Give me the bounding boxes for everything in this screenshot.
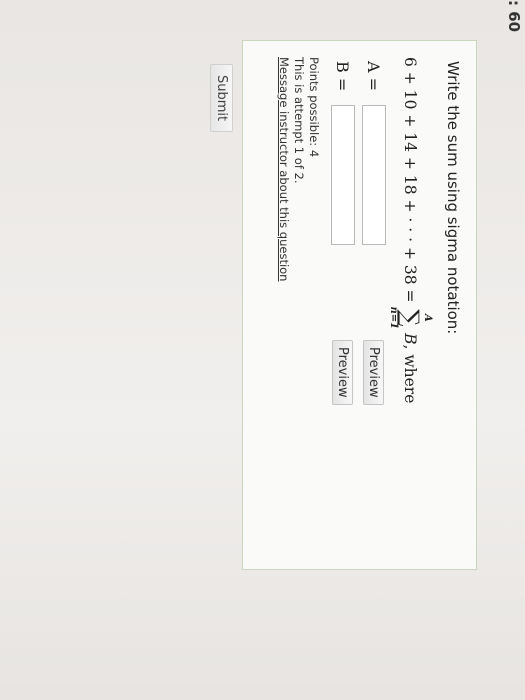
points-possible: Points possible: 4 bbox=[307, 57, 321, 158]
answer-row-a: A = Preview bbox=[362, 61, 386, 405]
answer-label-a: A = bbox=[364, 61, 384, 92]
screen-content: : 60 Write the sum using sigma notation:… bbox=[0, 0, 525, 700]
preview-button-a[interactable]: Preview bbox=[363, 340, 385, 405]
answer-row-b: B = Preview bbox=[331, 61, 355, 405]
sigma-notation: A ∑ n=1 bbox=[388, 306, 433, 330]
sum-formula: 6 + 10 + 14 + 18 + · · · + 38 = A ∑ n=1 … bbox=[388, 57, 433, 404]
formula-lhs: 6 + 10 + 14 + 18 + · · · + 38 = bbox=[401, 57, 419, 303]
sigma-lower-limit: n=1 bbox=[388, 306, 399, 330]
question-number: : 60 bbox=[505, 0, 523, 33]
preview-button-b[interactable]: Preview bbox=[332, 340, 354, 405]
attempt-info: This is attempt 1 of 2. bbox=[292, 57, 306, 184]
formula-suffix: , where bbox=[401, 344, 419, 404]
answer-label-b: B = bbox=[333, 61, 353, 92]
sigma-icon: ∑ bbox=[396, 309, 424, 327]
message-instructor-link[interactable]: Message instructor about this question bbox=[277, 57, 291, 281]
submit-button[interactable]: Submit bbox=[210, 64, 233, 133]
question-box: Write the sum using sigma notation: 6 + … bbox=[242, 40, 477, 570]
formula-term: B bbox=[401, 333, 419, 345]
answer-input-b[interactable] bbox=[331, 105, 355, 245]
answer-input-a[interactable] bbox=[362, 105, 386, 245]
question-prompt: Write the sum using sigma notation: bbox=[444, 61, 462, 335]
question-meta: Points possible: 4 This is attempt 1 of … bbox=[276, 57, 321, 281]
